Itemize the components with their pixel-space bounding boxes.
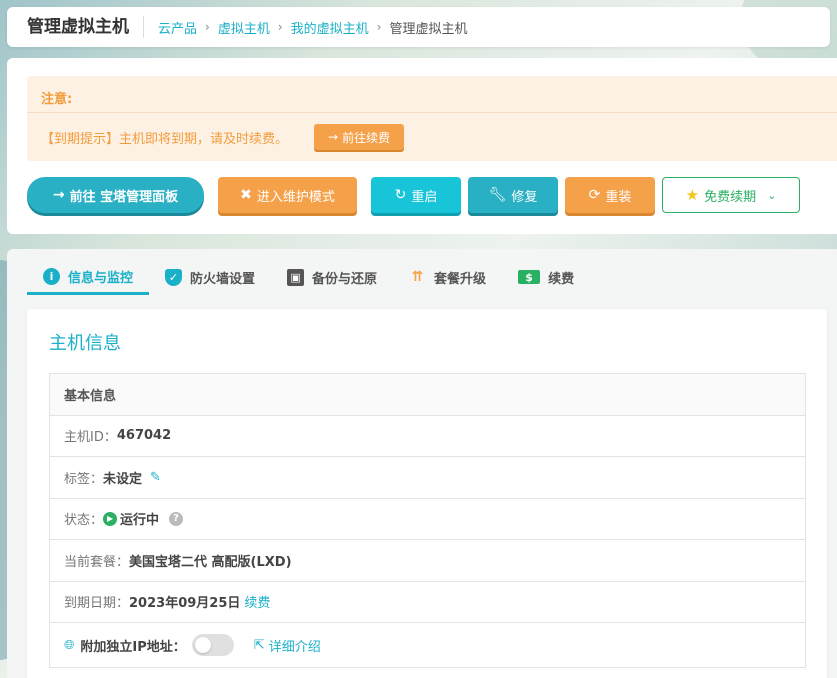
plan-row: 当前套餐： 美国宝塔二代 高配版(LXD) (50, 540, 805, 582)
wrench-icon: 🔧︎ (488, 187, 507, 203)
globe-icon: 🌐︎ (64, 637, 75, 653)
dedicated-ip-row: 🌐︎ 附加独立IP地址： ⇱ 详细介绍 (50, 623, 805, 667)
reinstall-label: 重装 (605, 189, 632, 205)
tag-row: 标签： 未设定 ✎ (50, 457, 805, 499)
breadcrumb-virtual-host[interactable]: 虚拟主机 (218, 18, 270, 37)
tag-label: 标签： (64, 471, 104, 487)
shield-icon: ✓ (165, 268, 183, 286)
breadcrumb-my-virtual-host[interactable]: 我的虚拟主机 (291, 18, 369, 37)
tab-bar: i 信息与监控 ✓ 防火墙设置 ▣ 备份与还原 ⇈ 套餐升级 $ 续费 (27, 263, 590, 295)
maintenance-label: 进入维护模式 (256, 189, 335, 205)
star-icon: ★ (685, 186, 700, 204)
tag-value: 未设定 (103, 471, 143, 487)
details-panel: i 信息与监控 ✓ 防火墙设置 ▣ 备份与还原 ⇈ 套餐升级 $ 续费 主机信息… (7, 249, 837, 678)
free-renew-label: 免费续期 (704, 189, 757, 205)
tab-upgrade[interactable]: ⇈ 套餐升级 (393, 263, 502, 291)
tab-backup[interactable]: ▣ 备份与还原 (271, 263, 393, 291)
breadcrumb-current: 管理虚拟主机 (389, 21, 468, 37)
notice-message: 【到期提示】主机即将到期，请及时续费。 (41, 132, 289, 147)
tab-label: 防火墙设置 (190, 271, 256, 287)
tab-firewall[interactable]: ✓ 防火墙设置 (149, 263, 271, 291)
host-info-card: 主机信息 基本信息 主机ID： 467042 标签： 未设定 ✎ 状态： ▶ 运… (27, 309, 827, 678)
toggle-knob (194, 637, 211, 653)
maintenance-mode-button[interactable]: ✖ 进入维护模式 (218, 177, 357, 213)
arrow-right-icon: → (52, 187, 65, 203)
bt-panel-button[interactable]: → 前往 宝塔管理面板 (27, 177, 204, 213)
bt-panel-label: 前往 宝塔管理面板 (69, 189, 179, 205)
double-up-arrow-icon: ⇈ (411, 269, 424, 285)
tab-renew[interactable]: $ 续费 (502, 263, 590, 291)
breadcrumb: 云产品 › 虚拟主机 › 我的虚拟主机 › 管理虚拟主机 (144, 18, 468, 37)
expire-row: 到期日期： 2023年09月25日 续费 (50, 582, 805, 623)
tab-info-monitor[interactable]: i 信息与监控 (27, 263, 150, 295)
tab-label: 续费 (548, 271, 575, 287)
status-row: 状态： ▶ 运行中 ? (50, 499, 805, 540)
chevron-right-icon: › (277, 20, 283, 34)
table-header-row: 基本信息 (50, 374, 805, 416)
go-renew-button[interactable]: → 前往续费 (314, 124, 405, 150)
redo-icon: ↻ (394, 187, 407, 203)
renew-link[interactable]: 续费 (244, 592, 270, 611)
status-value: 运行中 (120, 513, 160, 529)
card-title: 主机信息 (49, 333, 121, 354)
detail-link[interactable]: ⇱ 详细介绍 (254, 636, 321, 655)
plan-label: 当前套餐： (64, 554, 130, 570)
info-icon: i (43, 267, 60, 285)
dedicated-ip-toggle[interactable] (191, 634, 234, 656)
free-renew-dropdown[interactable]: ★ 免费续期 ⌄ (662, 177, 800, 213)
question-icon[interactable]: ? (169, 511, 184, 526)
host-info-table: 基本信息 主机ID： 467042 标签： 未设定 ✎ 状态： ▶ 运行中 ? … (49, 373, 806, 668)
notice-divider (27, 112, 837, 113)
page-title: 管理虚拟主机 (7, 16, 144, 38)
restart-label: 重启 (411, 189, 438, 205)
money-icon: $ (518, 270, 541, 284)
go-renew-label: 前往续费 (342, 130, 391, 145)
host-id-label: 主机ID： (64, 430, 117, 446)
expiry-notice: 注意: 【到期提示】主机即将到期，请及时续费。 → 前往续费 (27, 76, 837, 161)
page-header: 管理虚拟主机 云产品 › 虚拟主机 › 我的虚拟主机 › 管理虚拟主机 (7, 7, 830, 47)
repair-button[interactable]: 🔧︎ 修复 (468, 177, 558, 213)
repair-label: 修复 (511, 189, 538, 205)
sync-icon: ⟳ (588, 187, 601, 203)
chevron-right-icon: › (205, 20, 210, 34)
tab-label: 信息与监控 (68, 270, 134, 286)
host-id-row: 主机ID： 467042 (50, 416, 805, 457)
status-label: 状态： (64, 513, 104, 529)
copy-icon: ▣ (287, 268, 305, 286)
reinstall-button[interactable]: ⟳ 重装 (565, 177, 655, 213)
breadcrumb-cloud-products[interactable]: 云产品 (158, 18, 197, 37)
edit-icon[interactable]: ✎ (150, 470, 161, 485)
tab-label: 备份与还原 (312, 271, 378, 287)
host-id-value: 467042 (116, 428, 172, 444)
plan-value: 美国宝塔二代 高配版(LXD) (129, 554, 292, 570)
ip-label: 附加独立IP地址： (80, 639, 186, 655)
restart-button[interactable]: ↻ 重启 (371, 177, 461, 213)
tab-label: 套餐升级 (434, 271, 487, 287)
notice-title: 注意: (41, 92, 73, 107)
chevron-down-icon: ⌄ (767, 188, 777, 202)
action-panel: 注意: 【到期提示】主机即将到期，请及时续费。 → 前往续费 → 前往 宝塔管理… (7, 58, 837, 234)
arrow-right-icon: → (328, 130, 339, 144)
expire-value: 2023年09月25日 (129, 596, 241, 612)
chevron-right-icon: › (376, 20, 382, 34)
expire-label: 到期日期： (64, 596, 130, 612)
tools-icon: ✖ (240, 187, 252, 203)
external-link-icon: ⇱ (253, 637, 265, 653)
detail-link-label: 详细介绍 (268, 639, 321, 655)
play-circle-icon: ▶ (103, 511, 118, 526)
